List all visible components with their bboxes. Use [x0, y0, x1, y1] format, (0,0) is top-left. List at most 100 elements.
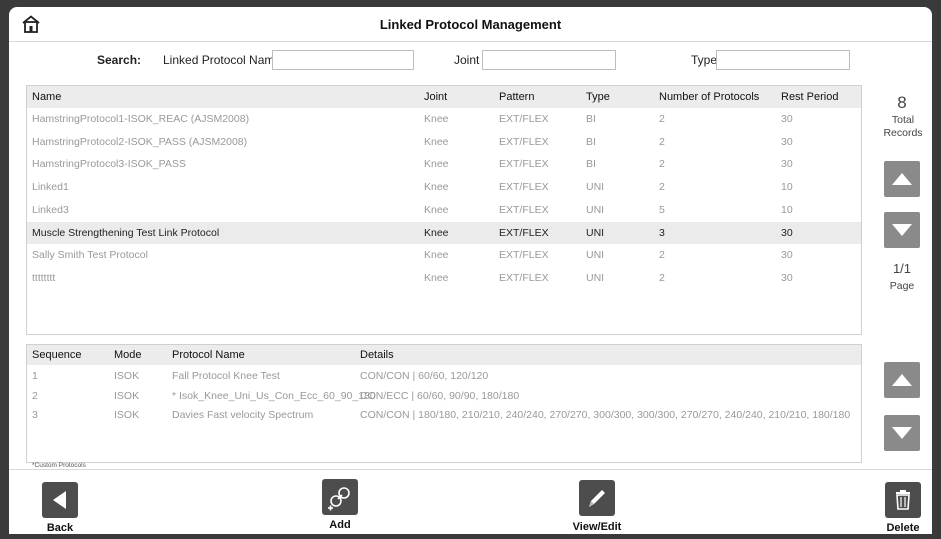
cell-name: Linked1: [32, 181, 69, 194]
cell-protocol-name: Davies Fast velocity Spectrum: [172, 409, 314, 421]
trash-icon: [896, 490, 910, 510]
cell-type: BI: [586, 113, 596, 125]
cell-joint: Knee: [424, 249, 449, 262]
view-edit-button[interactable]: [579, 480, 615, 516]
sequence-table-header: Sequence Mode Protocol Name Details: [27, 345, 861, 365]
cell-sequence: 1: [32, 370, 38, 382]
back-button[interactable]: [42, 482, 78, 518]
cell-name: HamstringProtocol3-ISOK_PASS: [32, 158, 186, 171]
triangle-up-icon: [892, 374, 912, 386]
cell-mode: ISOK: [114, 389, 140, 402]
records-page-up-button[interactable]: [884, 161, 920, 197]
cell-mode: ISOK: [114, 370, 140, 382]
cell-details: CON/ECC | 60/60, 90/90, 180/180: [360, 389, 520, 402]
delete-label: Delete: [886, 522, 920, 534]
back-arrow-icon: [53, 491, 66, 509]
table-row[interactable]: Muscle Strengthening Test Link Protocol K…: [27, 221, 861, 244]
total-records-label: Total Records: [883, 114, 923, 139]
total-records-count: 8: [897, 93, 907, 112]
sequence-row[interactable]: 3 ISOK Davies Fast velocity Spectrum CON/CO…: [27, 406, 861, 425]
delete-button[interactable]: [885, 482, 921, 518]
cell-rest-period: 30: [781, 249, 793, 262]
page-title: Linked Protocol Management: [379, 17, 562, 32]
cell-name: Muscle Strengthening Test Link Protocol: [32, 226, 220, 239]
cell-type: UNI: [586, 271, 605, 284]
table-row[interactable]: Linked3 Knee EXT/FLEX UNI 5 10: [27, 199, 861, 221]
column-header-type[interactable]: Type: [586, 91, 610, 103]
cell-type: BI: [586, 158, 596, 171]
cell-joint: Knee: [424, 158, 449, 171]
cell-pattern: EXT/FLEX: [499, 135, 549, 148]
cell-sequence: 3: [32, 409, 38, 421]
name-filter-label: Linked Protocol Name: [163, 53, 282, 67]
cell-pattern: EXT/FLEX: [499, 271, 549, 284]
cell-sequence: 2: [32, 389, 38, 402]
table-row[interactable]: Sally Smith Test Protocol Knee EXT/FLEX UNI…: [27, 244, 861, 266]
table-row[interactable]: HamstringProtocol2-ISOK_PASS (AJSM2008) K…: [27, 131, 861, 153]
cell-type: UNI: [586, 226, 605, 239]
cell-pattern: EXT/FLEX: [499, 113, 549, 125]
add-label: Add: [329, 519, 351, 531]
table-header: Name Joint Pattern Type Number of Protoc…: [27, 86, 861, 108]
cell-number-of-protocols: 5: [659, 203, 665, 216]
title-bar: Linked Protocol Management: [9, 7, 932, 42]
cell-rest-period: 30: [781, 271, 793, 284]
cell-rest-period: 10: [781, 203, 793, 216]
table-row[interactable]: tttttttt Knee EXT/FLEX UNI 2 30: [27, 267, 861, 289]
column-header-pattern[interactable]: Pattern: [499, 91, 534, 103]
cell-rest-period: 30: [781, 158, 793, 171]
column-header-number-of-protocols[interactable]: Number of Protocols: [659, 91, 759, 103]
column-header-name[interactable]: Name: [32, 91, 61, 103]
bottom-toolbar: Back Add View/Edit Delete: [9, 469, 932, 534]
cell-type: UNI: [586, 249, 605, 262]
type-filter-label: Type: [691, 53, 718, 67]
back-label: Back: [46, 522, 74, 534]
cell-joint: Knee: [424, 181, 449, 194]
name-filter-input[interactable]: [272, 50, 414, 70]
search-label: Search:: [97, 53, 142, 67]
cell-pattern: EXT/FLEX: [499, 181, 549, 194]
pencil-icon: [589, 490, 605, 507]
cell-name: HamstringProtocol1-ISOK_REAC (AJSM2008): [32, 113, 250, 125]
view-edit-label: View/Edit: [572, 521, 622, 533]
table-row[interactable]: HamstringProtocol1-ISOK_REAC (AJSM2008) K…: [27, 108, 861, 130]
joint-filter-input[interactable]: [482, 50, 616, 70]
cell-number-of-protocols: 2: [659, 158, 665, 171]
cell-details: CON/CON | 60/60, 120/120: [360, 370, 489, 382]
type-filter-input[interactable]: [716, 50, 850, 70]
column-header-rest-period[interactable]: Rest Period: [781, 91, 838, 103]
cell-rest-period: 10: [781, 181, 793, 194]
cell-name: Sally Smith Test Protocol: [32, 249, 148, 262]
records-page-down-button[interactable]: [884, 212, 920, 248]
linked-protocols-table: Name Joint Pattern Type Number of Protoc…: [26, 85, 862, 335]
cell-type: UNI: [586, 203, 605, 216]
cell-pattern: EXT/FLEX: [499, 249, 549, 262]
triangle-up-icon: [892, 173, 912, 185]
page-indicator: 1/1: [892, 261, 912, 276]
cell-pattern: EXT/FLEX: [499, 226, 549, 239]
cell-protocol-name: Fall Protocol Knee Test: [172, 370, 280, 382]
cell-number-of-protocols: 2: [659, 135, 665, 148]
cell-rest-period: 30: [781, 113, 793, 125]
sequence-scroll-down-button[interactable]: [884, 415, 920, 451]
column-header-mode: Mode: [114, 349, 142, 361]
cell-type: BI: [586, 135, 596, 148]
add-button[interactable]: [322, 479, 358, 515]
table-row[interactable]: Linked1 Knee EXT/FLEX UNI 2 10: [27, 176, 861, 198]
cell-protocol-name: * Isok_Knee_Uni_Us_Con_Ecc_60_90_180: [172, 389, 376, 402]
triangle-down-icon: [892, 427, 912, 439]
page-label: Page: [889, 280, 915, 292]
column-header-details: Details: [360, 349, 394, 361]
cell-pattern: EXT/FLEX: [499, 158, 549, 171]
cell-number-of-protocols: 2: [659, 113, 665, 125]
sequence-row[interactable]: 1 ISOK Fall Protocol Knee Test CON/CON | 60…: [27, 367, 861, 386]
table-row[interactable]: HamstringProtocol3-ISOK_PASS Knee EXT/FLEX…: [27, 153, 861, 175]
sequence-row[interactable]: 2 ISOK * Isok_Knee_Uni_Us_Con_Ecc_60_90_18…: [27, 387, 861, 406]
cell-rest-period: 30: [781, 135, 793, 148]
cell-joint: Knee: [424, 271, 449, 284]
column-header-joint[interactable]: Joint: [424, 91, 447, 103]
cell-mode: ISOK: [114, 409, 140, 421]
app-window: Linked Protocol Management Search: Linke…: [9, 7, 932, 534]
sequence-scroll-up-button[interactable]: [884, 362, 920, 398]
column-header-protocol-name: Protocol Name: [172, 349, 245, 361]
